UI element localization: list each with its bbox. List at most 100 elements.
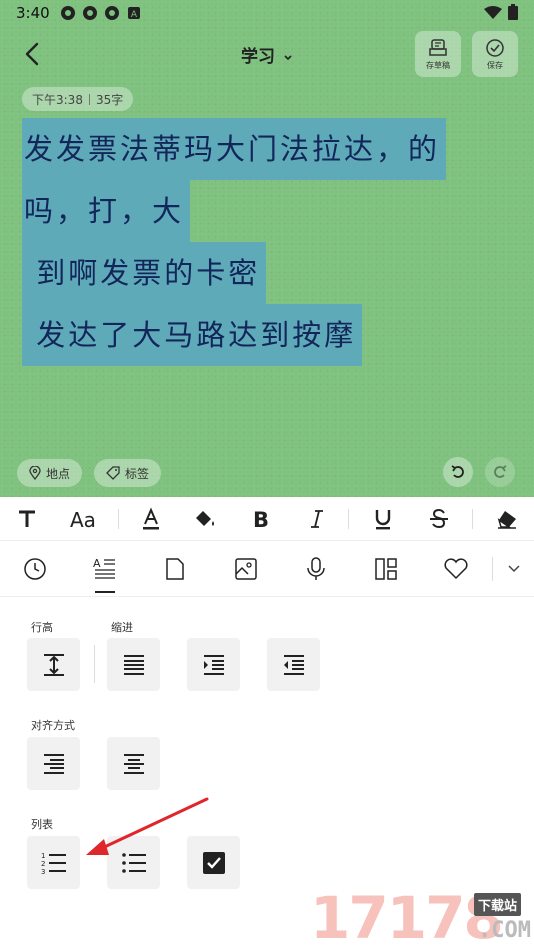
check-circle-icon xyxy=(486,38,504,57)
indent-increase-button[interactable] xyxy=(187,638,240,691)
location-label: 地点 xyxy=(46,466,71,481)
indent-none-button[interactable] xyxy=(107,638,160,691)
save-label: 保存 xyxy=(487,60,503,70)
strikethrough-icon xyxy=(430,508,448,529)
save-draft-button[interactable]: 存草稿 xyxy=(415,31,461,77)
microphone-icon xyxy=(307,557,325,580)
svg-text:1: 1 xyxy=(41,852,45,860)
tool-tabs: A xyxy=(0,541,534,597)
save-draft-label: 存草稿 xyxy=(426,60,450,70)
tag-label: 标签 xyxy=(125,466,150,481)
clock-icon xyxy=(24,558,46,580)
font-color-icon xyxy=(143,507,159,530)
draft-box-icon xyxy=(429,38,447,56)
align-right-button[interactable] xyxy=(27,737,80,790)
alignment-label: 对齐方式 xyxy=(31,719,75,732)
app-notification-icon xyxy=(60,5,76,21)
text-style-icon xyxy=(19,510,35,527)
indent-decrease-button[interactable] xyxy=(267,638,320,691)
tag-icon xyxy=(106,466,120,480)
tab-clock[interactable] xyxy=(15,541,55,597)
annotation-arrow xyxy=(86,797,209,855)
font-color-button[interactable] xyxy=(136,497,166,541)
notification-icons: A xyxy=(60,5,142,21)
highlight-button[interactable] xyxy=(190,497,220,541)
undo-button[interactable] xyxy=(443,457,473,487)
italic-button[interactable] xyxy=(302,497,332,541)
indent-decrease-icon xyxy=(283,654,304,675)
align-center-icon xyxy=(123,753,144,774)
eraser-icon xyxy=(497,511,516,529)
underline-icon xyxy=(375,510,391,530)
location-chip[interactable]: 地点 xyxy=(17,459,83,487)
strikethrough-button[interactable] xyxy=(424,497,454,541)
svg-text:3: 3 xyxy=(41,868,45,875)
note-body[interactable]: 发发票法蒂玛大门法拉达，的 吗，打，大 到啊发票的卡密 发达了大马路达到按摩 xyxy=(22,118,492,366)
divider xyxy=(472,509,473,529)
svg-text:Aa: Aa xyxy=(70,508,96,530)
system-status xyxy=(484,4,518,24)
note-line[interactable]: 到啊发票的卡密 xyxy=(22,242,267,304)
underline-button[interactable] xyxy=(368,497,398,541)
paragraph-format-icon: A xyxy=(93,557,115,579)
char-count: 35字 xyxy=(95,92,124,107)
text-style-button[interactable] xyxy=(12,497,42,541)
tab-favorite[interactable] xyxy=(436,541,476,597)
tab-page[interactable] xyxy=(155,541,195,597)
tab-voice[interactable] xyxy=(296,541,336,597)
page-title: 学习 xyxy=(241,47,276,67)
divider xyxy=(348,509,349,529)
watermark-badge: 下载站 xyxy=(474,893,522,916)
note-time: 下午3:38 xyxy=(32,92,83,107)
align-center-button[interactable] xyxy=(107,737,160,790)
location-pin-icon xyxy=(29,466,41,480)
layout-icon xyxy=(375,558,397,580)
align-justify-icon xyxy=(123,654,144,675)
italic-icon xyxy=(311,510,323,528)
divider xyxy=(94,645,95,683)
numbered-list-icon: 123 xyxy=(41,852,66,875)
wifi-icon xyxy=(484,5,502,24)
font-size-button[interactable]: Aa xyxy=(66,497,102,541)
list-label: 列表 xyxy=(31,818,53,831)
tab-paragraph[interactable]: A xyxy=(85,541,125,597)
status-bar: 3:40 A xyxy=(0,0,534,28)
divider xyxy=(88,93,90,105)
note-line[interactable]: 发达了大马路达到按摩 xyxy=(22,304,363,366)
numbered-list-button[interactable]: 123 xyxy=(27,836,80,889)
redo-icon xyxy=(494,465,507,478)
font-size-icon: Aa xyxy=(70,508,96,530)
divider xyxy=(492,557,493,581)
line-height-button[interactable] xyxy=(27,638,80,691)
heart-icon xyxy=(444,558,468,580)
note-line[interactable]: 吗，打，大 xyxy=(22,180,191,242)
svg-text:A: A xyxy=(93,557,101,570)
bold-button[interactable]: B xyxy=(246,497,276,541)
battery-icon xyxy=(508,4,518,24)
note-line[interactable]: 发发票法蒂玛大门法拉达，的 xyxy=(22,118,447,180)
svg-text:A: A xyxy=(131,10,138,20)
indent-label: 缩进 xyxy=(111,621,133,634)
svg-text:2: 2 xyxy=(41,860,45,868)
chevron-down-icon xyxy=(283,47,293,67)
bold-icon: B xyxy=(253,508,269,530)
redo-button[interactable] xyxy=(485,457,515,487)
app-notification-icon xyxy=(104,5,120,21)
top-bar: 学习 存草稿 保存 xyxy=(0,28,534,80)
save-button[interactable]: 保存 xyxy=(472,31,518,77)
svg-text:B: B xyxy=(253,508,269,530)
status-time: 3:40 xyxy=(16,4,50,22)
divider xyxy=(118,509,119,529)
expand-tabs-button[interactable] xyxy=(494,541,534,597)
tab-layout[interactable] xyxy=(366,541,406,597)
clear-format-button[interactable] xyxy=(492,497,522,541)
app-notification-icon xyxy=(82,5,98,21)
page-icon xyxy=(166,558,184,580)
indent-increase-icon xyxy=(203,654,224,675)
tab-image[interactable] xyxy=(226,541,266,597)
note-canvas[interactable]: 3:40 A 学习 存草稿 保存 下午3:38 35字 发发票法蒂玛大门法拉达，… xyxy=(0,0,534,497)
app-notification-icon: A xyxy=(126,5,142,21)
paint-bucket-icon xyxy=(196,511,214,526)
line-height-icon xyxy=(43,653,64,676)
tag-chip[interactable]: 标签 xyxy=(94,459,162,487)
